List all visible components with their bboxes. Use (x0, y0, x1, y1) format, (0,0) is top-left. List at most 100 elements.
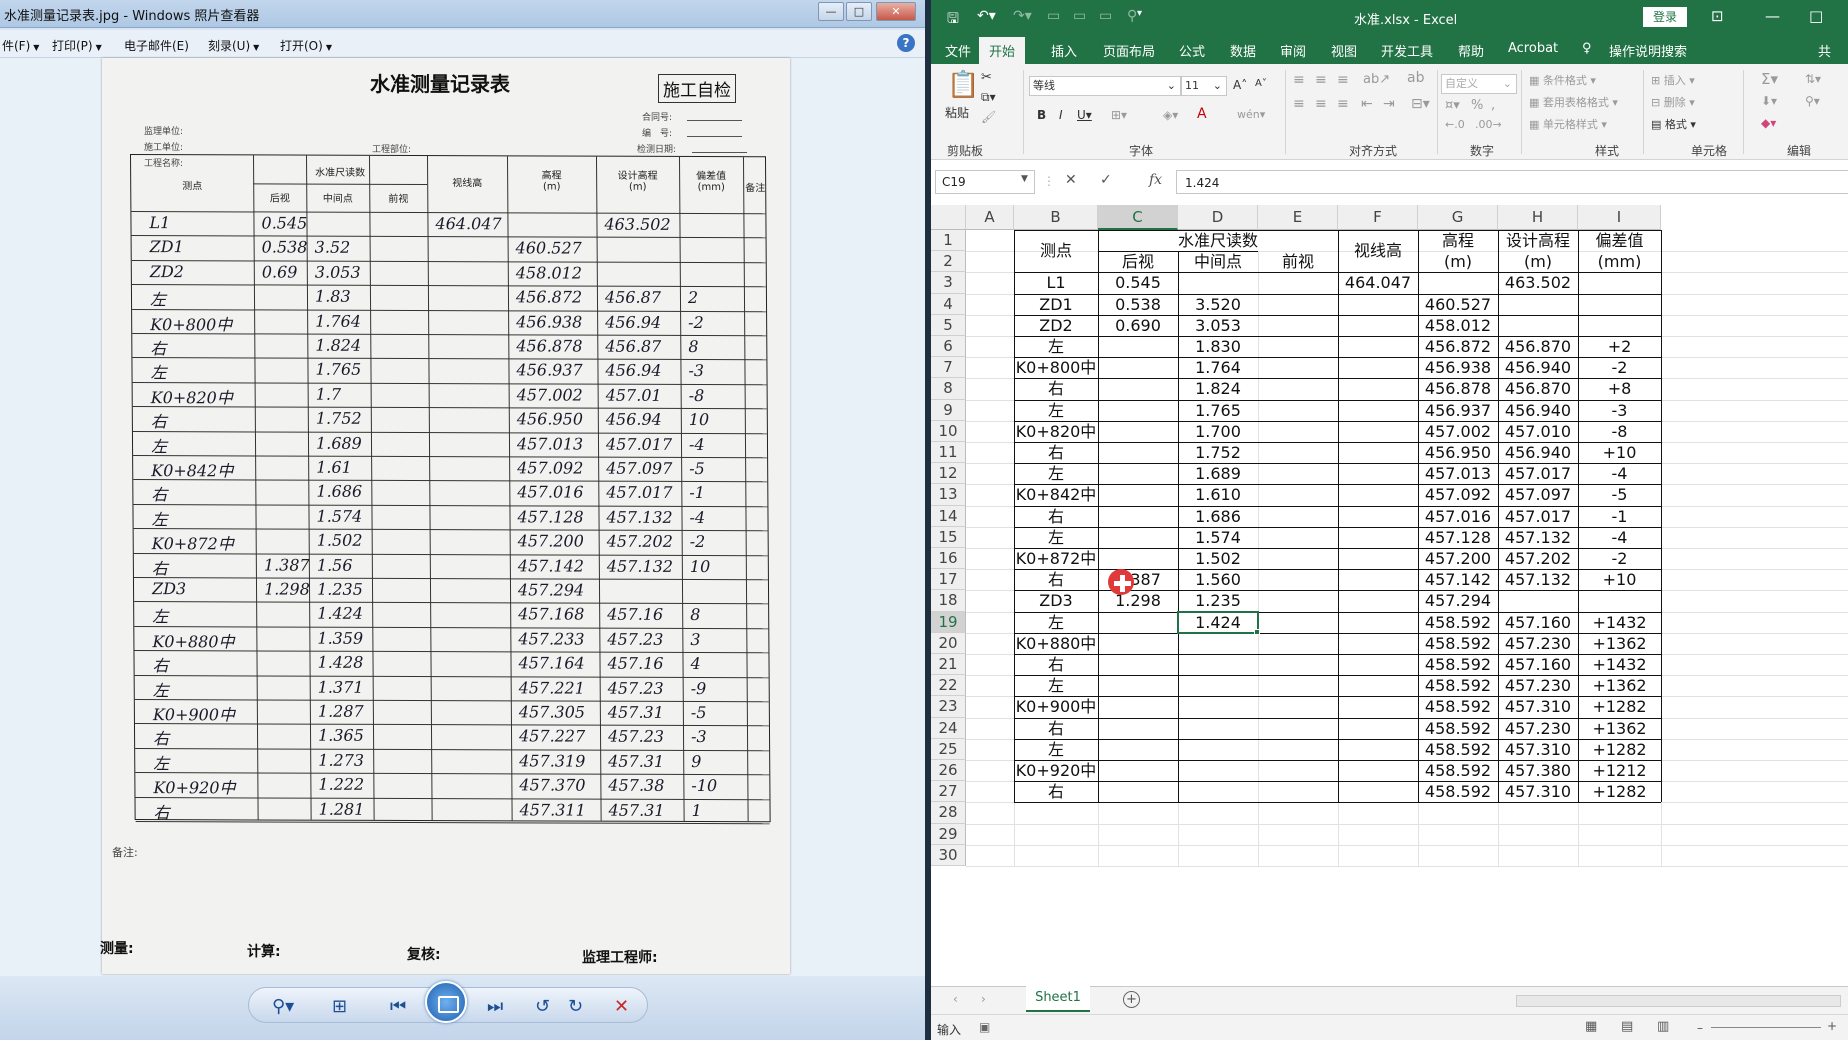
maximize-button[interactable]: □ (846, 2, 872, 21)
tab-data[interactable]: 数据 (1230, 41, 1256, 60)
table-cell[interactable]: 458.592 (1418, 654, 1498, 675)
table-cell[interactable]: 3.520 (1178, 294, 1258, 315)
table-cell[interactable]: 456.940 (1498, 400, 1578, 421)
row-header[interactable]: 13 (931, 484, 966, 506)
table-cell[interactable]: 458.592 (1418, 760, 1498, 781)
table-cell[interactable]: 左 (1014, 400, 1098, 421)
table-cell[interactable]: +10 (1578, 442, 1661, 463)
table-cell[interactable]: 0.545 (1098, 272, 1178, 293)
row-header[interactable]: 24 (931, 717, 966, 739)
copy-icon[interactable]: ⧉▾ (981, 90, 996, 105)
table-cell[interactable]: +1282 (1578, 696, 1661, 717)
column-header[interactable]: D (1178, 205, 1258, 230)
delete-icon[interactable]: ✕ (614, 996, 629, 1017)
conditional-format-button[interactable]: ▦ 条件格式 ▾ (1529, 72, 1596, 88)
fill-icon[interactable]: ⬇▾ (1761, 94, 1777, 108)
delete-cells-button[interactable]: ⊟ 删除 ▾ (1651, 94, 1695, 110)
table-cell[interactable]: 1.574 (1178, 527, 1258, 548)
table-cell[interactable]: 457.294 (1418, 590, 1498, 611)
table-cell[interactable]: 457.142 (1418, 569, 1498, 590)
table-cell[interactable]: +1432 (1578, 654, 1661, 675)
table-cell[interactable]: 458.592 (1418, 781, 1498, 802)
table-cell[interactable]: 1.235 (1178, 590, 1258, 611)
row-header[interactable]: 5 (931, 314, 966, 336)
column-header[interactable]: A (966, 205, 1014, 230)
name-box-dropdown-icon[interactable]: ▼ (1021, 174, 1028, 184)
row-header[interactable]: 26 (931, 760, 966, 782)
table-cell[interactable]: -8 (1578, 421, 1661, 442)
table-cell[interactable]: 456.872 (1418, 336, 1498, 357)
row-header[interactable]: 14 (931, 505, 966, 527)
table-cell[interactable]: +1362 (1578, 675, 1661, 696)
table-cell[interactable]: L1 (1014, 272, 1098, 293)
format-painter-icon[interactable]: 🖌 (981, 110, 996, 124)
column-header[interactable]: F (1338, 205, 1418, 230)
column-header[interactable]: I (1578, 205, 1661, 230)
table-cell[interactable]: 456.940 (1498, 357, 1578, 378)
table-cell[interactable]: 左 (1014, 463, 1098, 484)
table-cell[interactable]: 1.502 (1178, 548, 1258, 569)
rotate-left-icon[interactable]: ↺ (535, 996, 550, 1017)
paste-button[interactable]: 粘贴 (945, 104, 969, 121)
table-cell[interactable]: 457.132 (1498, 569, 1578, 590)
table-cell[interactable]: 456.870 (1498, 378, 1578, 399)
ribbon-display-icon[interactable]: ⊡ (1711, 7, 1724, 25)
horizontal-scrollbar[interactable] (1516, 995, 1841, 1007)
cancel-entry-icon[interactable]: ✕ (1065, 172, 1077, 188)
fill-color-icon[interactable]: ◈▾ (1163, 108, 1178, 122)
table-cell[interactable]: +1282 (1578, 781, 1661, 802)
tab-review[interactable]: 审阅 (1280, 41, 1306, 60)
row-header[interactable]: 3 (931, 272, 966, 294)
table-cell[interactable]: +1282 (1578, 739, 1661, 760)
column-header[interactable]: H (1498, 205, 1578, 230)
tab-help[interactable]: 帮助 (1458, 41, 1484, 60)
table-cell[interactable]: 457.202 (1498, 548, 1578, 569)
table-cell[interactable]: 463.502 (1498, 272, 1578, 293)
cell-styles-button[interactable]: ▦ 单元格样式 ▾ (1529, 116, 1607, 132)
table-cell[interactable]: 457.017 (1498, 506, 1578, 527)
row-header[interactable]: 27 (931, 781, 966, 803)
tab-developer[interactable]: 开发工具 (1381, 41, 1433, 60)
table-cell[interactable]: 1.765 (1178, 400, 1258, 421)
font-name-box[interactable]: 等线 ⌄ (1029, 76, 1181, 96)
underline-button[interactable]: U▾ (1077, 108, 1092, 122)
table-cell[interactable]: K0+800中 (1014, 357, 1098, 378)
italic-button[interactable]: I (1059, 108, 1063, 122)
row-header[interactable]: 8 (931, 378, 966, 400)
table-cell[interactable]: 456.938 (1418, 357, 1498, 378)
selected-cell[interactable] (1177, 610, 1259, 634)
zoom-in-icon[interactable]: + (1827, 1019, 1837, 1033)
insert-cells-button[interactable]: ⊞ 插入 ▾ (1651, 72, 1695, 88)
table-cell[interactable]: 457.160 (1498, 654, 1578, 675)
table-cell[interactable]: 右 (1014, 506, 1098, 527)
format-as-table-button[interactable]: ▦ 套用表格格式 ▾ (1529, 94, 1618, 110)
open-icon[interactable]: ▭ (1073, 8, 1086, 24)
rotate-right-icon[interactable]: ↻ (568, 996, 583, 1017)
row-header[interactable]: 17 (931, 569, 966, 591)
row-header[interactable]: 4 (931, 293, 966, 315)
table-cell[interactable]: 457.017 (1498, 463, 1578, 484)
row-header[interactable]: 28 (931, 802, 966, 824)
font-color-icon[interactable]: A (1197, 106, 1207, 122)
table-cell[interactable]: 457.010 (1498, 421, 1578, 442)
row-header[interactable]: 2 (931, 251, 966, 273)
menu-burn[interactable]: 刻录(U) ▼ (208, 37, 259, 54)
align-bottom-icon[interactable]: ≡ (1337, 72, 1349, 88)
table-cell[interactable]: K0+842中 (1014, 484, 1098, 505)
bold-button[interactable]: B (1037, 108, 1046, 122)
menu-print[interactable]: 打印(P) ▼ (52, 37, 102, 54)
comma-icon[interactable]: , (1491, 98, 1495, 113)
add-sheet-icon[interactable]: + (1123, 991, 1140, 1008)
table-cell[interactable]: 左 (1014, 336, 1098, 357)
row-header[interactable]: 18 (931, 590, 966, 612)
table-cell[interactable]: 457.310 (1498, 696, 1578, 717)
autosum-icon[interactable]: Σ▾ (1761, 70, 1778, 88)
paste-icon[interactable]: 📋 (947, 70, 979, 100)
table-cell[interactable]: 右 (1014, 378, 1098, 399)
redo-icon[interactable]: ↷▾ (1013, 8, 1032, 24)
table-cell[interactable]: 1.700 (1178, 421, 1258, 442)
help-icon[interactable]: ? (897, 34, 915, 52)
next-icon[interactable]: ⏭ (487, 996, 503, 1017)
table-cell[interactable]: 458.592 (1418, 633, 1498, 654)
tab-page-layout[interactable]: 页面布局 (1103, 41, 1155, 60)
